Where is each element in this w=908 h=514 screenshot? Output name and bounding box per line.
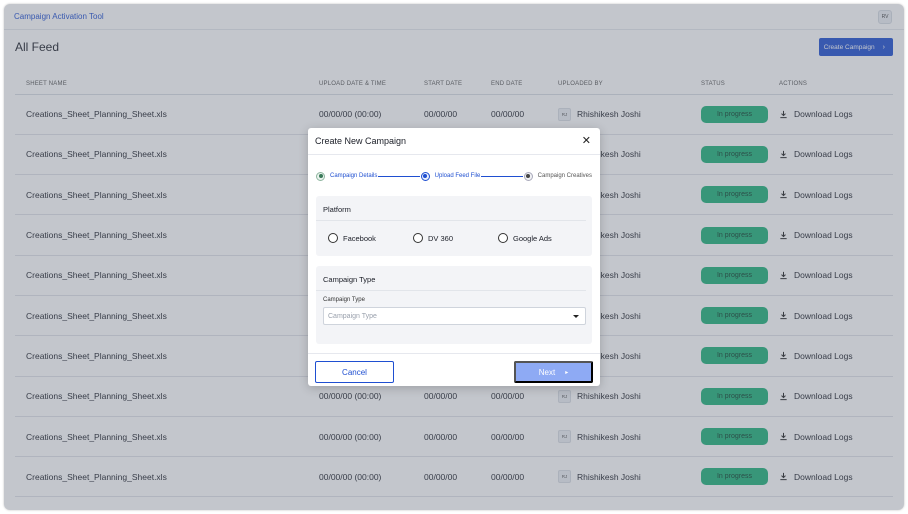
step-connector: [378, 175, 420, 177]
step-upload-feed-file[interactable]: Upload Feed File: [420, 171, 481, 181]
radio-google-ads[interactable]: Google Ads: [498, 233, 583, 243]
radio-circle-icon[interactable]: [498, 233, 508, 243]
platform-radio-group: Facebook DV 360 Google Ads: [316, 221, 592, 255]
step-pending-icon: [523, 171, 533, 181]
step-campaign-details[interactable]: Campaign Details: [316, 171, 378, 181]
radio-label: Google Ads: [513, 233, 552, 243]
modal-footer: Cancel Next ▸: [308, 353, 600, 386]
next-label: Next: [538, 367, 556, 377]
modal-title: Create New Campaign: [315, 136, 407, 146]
caret-down-icon: [573, 314, 579, 318]
campaign-type-select[interactable]: Campaign Type: [323, 307, 586, 325]
step-active-icon: [420, 171, 430, 181]
campaign-type-label: Campaign Type: [323, 297, 365, 303]
cancel-button[interactable]: Cancel: [315, 361, 394, 383]
step-done-icon: [316, 171, 325, 181]
stepper: Campaign Details Upload Feed File Campai…: [316, 169, 592, 183]
next-button[interactable]: Next ▸: [514, 361, 593, 383]
radio-facebook[interactable]: Facebook: [328, 233, 413, 243]
close-icon[interactable]: ✕: [582, 135, 591, 147]
select-placeholder: Campaign Type: [328, 312, 377, 320]
chevron-right-icon: ▸: [565, 369, 569, 376]
step-label: Upload Feed File: [434, 173, 481, 179]
platform-section: Platform Facebook DV 360 Google Ads: [316, 196, 592, 256]
campaign-type-title: Campaign Type: [316, 266, 586, 291]
radio-circle-icon[interactable]: [328, 233, 338, 243]
step-label: Campaign Creatives: [537, 173, 593, 179]
step-campaign-creatives[interactable]: Campaign Creatives: [523, 171, 593, 181]
radio-dv360[interactable]: DV 360: [413, 233, 498, 243]
create-campaign-modal: Create New Campaign ✕ Campaign Details U…: [308, 128, 600, 386]
app-window: Campaign Activation Tool RV All Feed Cre…: [4, 4, 904, 510]
radio-label: Facebook: [343, 233, 376, 243]
radio-label: DV 360: [428, 233, 454, 243]
platform-title: Platform: [316, 196, 586, 221]
step-label: Campaign Details: [330, 173, 378, 179]
campaign-type-section: Campaign Type Campaign Type Campaign Typ…: [316, 266, 592, 344]
step-connector: [481, 175, 523, 177]
modal-header: Create New Campaign ✕: [308, 128, 600, 155]
radio-circle-icon[interactable]: [413, 233, 423, 243]
